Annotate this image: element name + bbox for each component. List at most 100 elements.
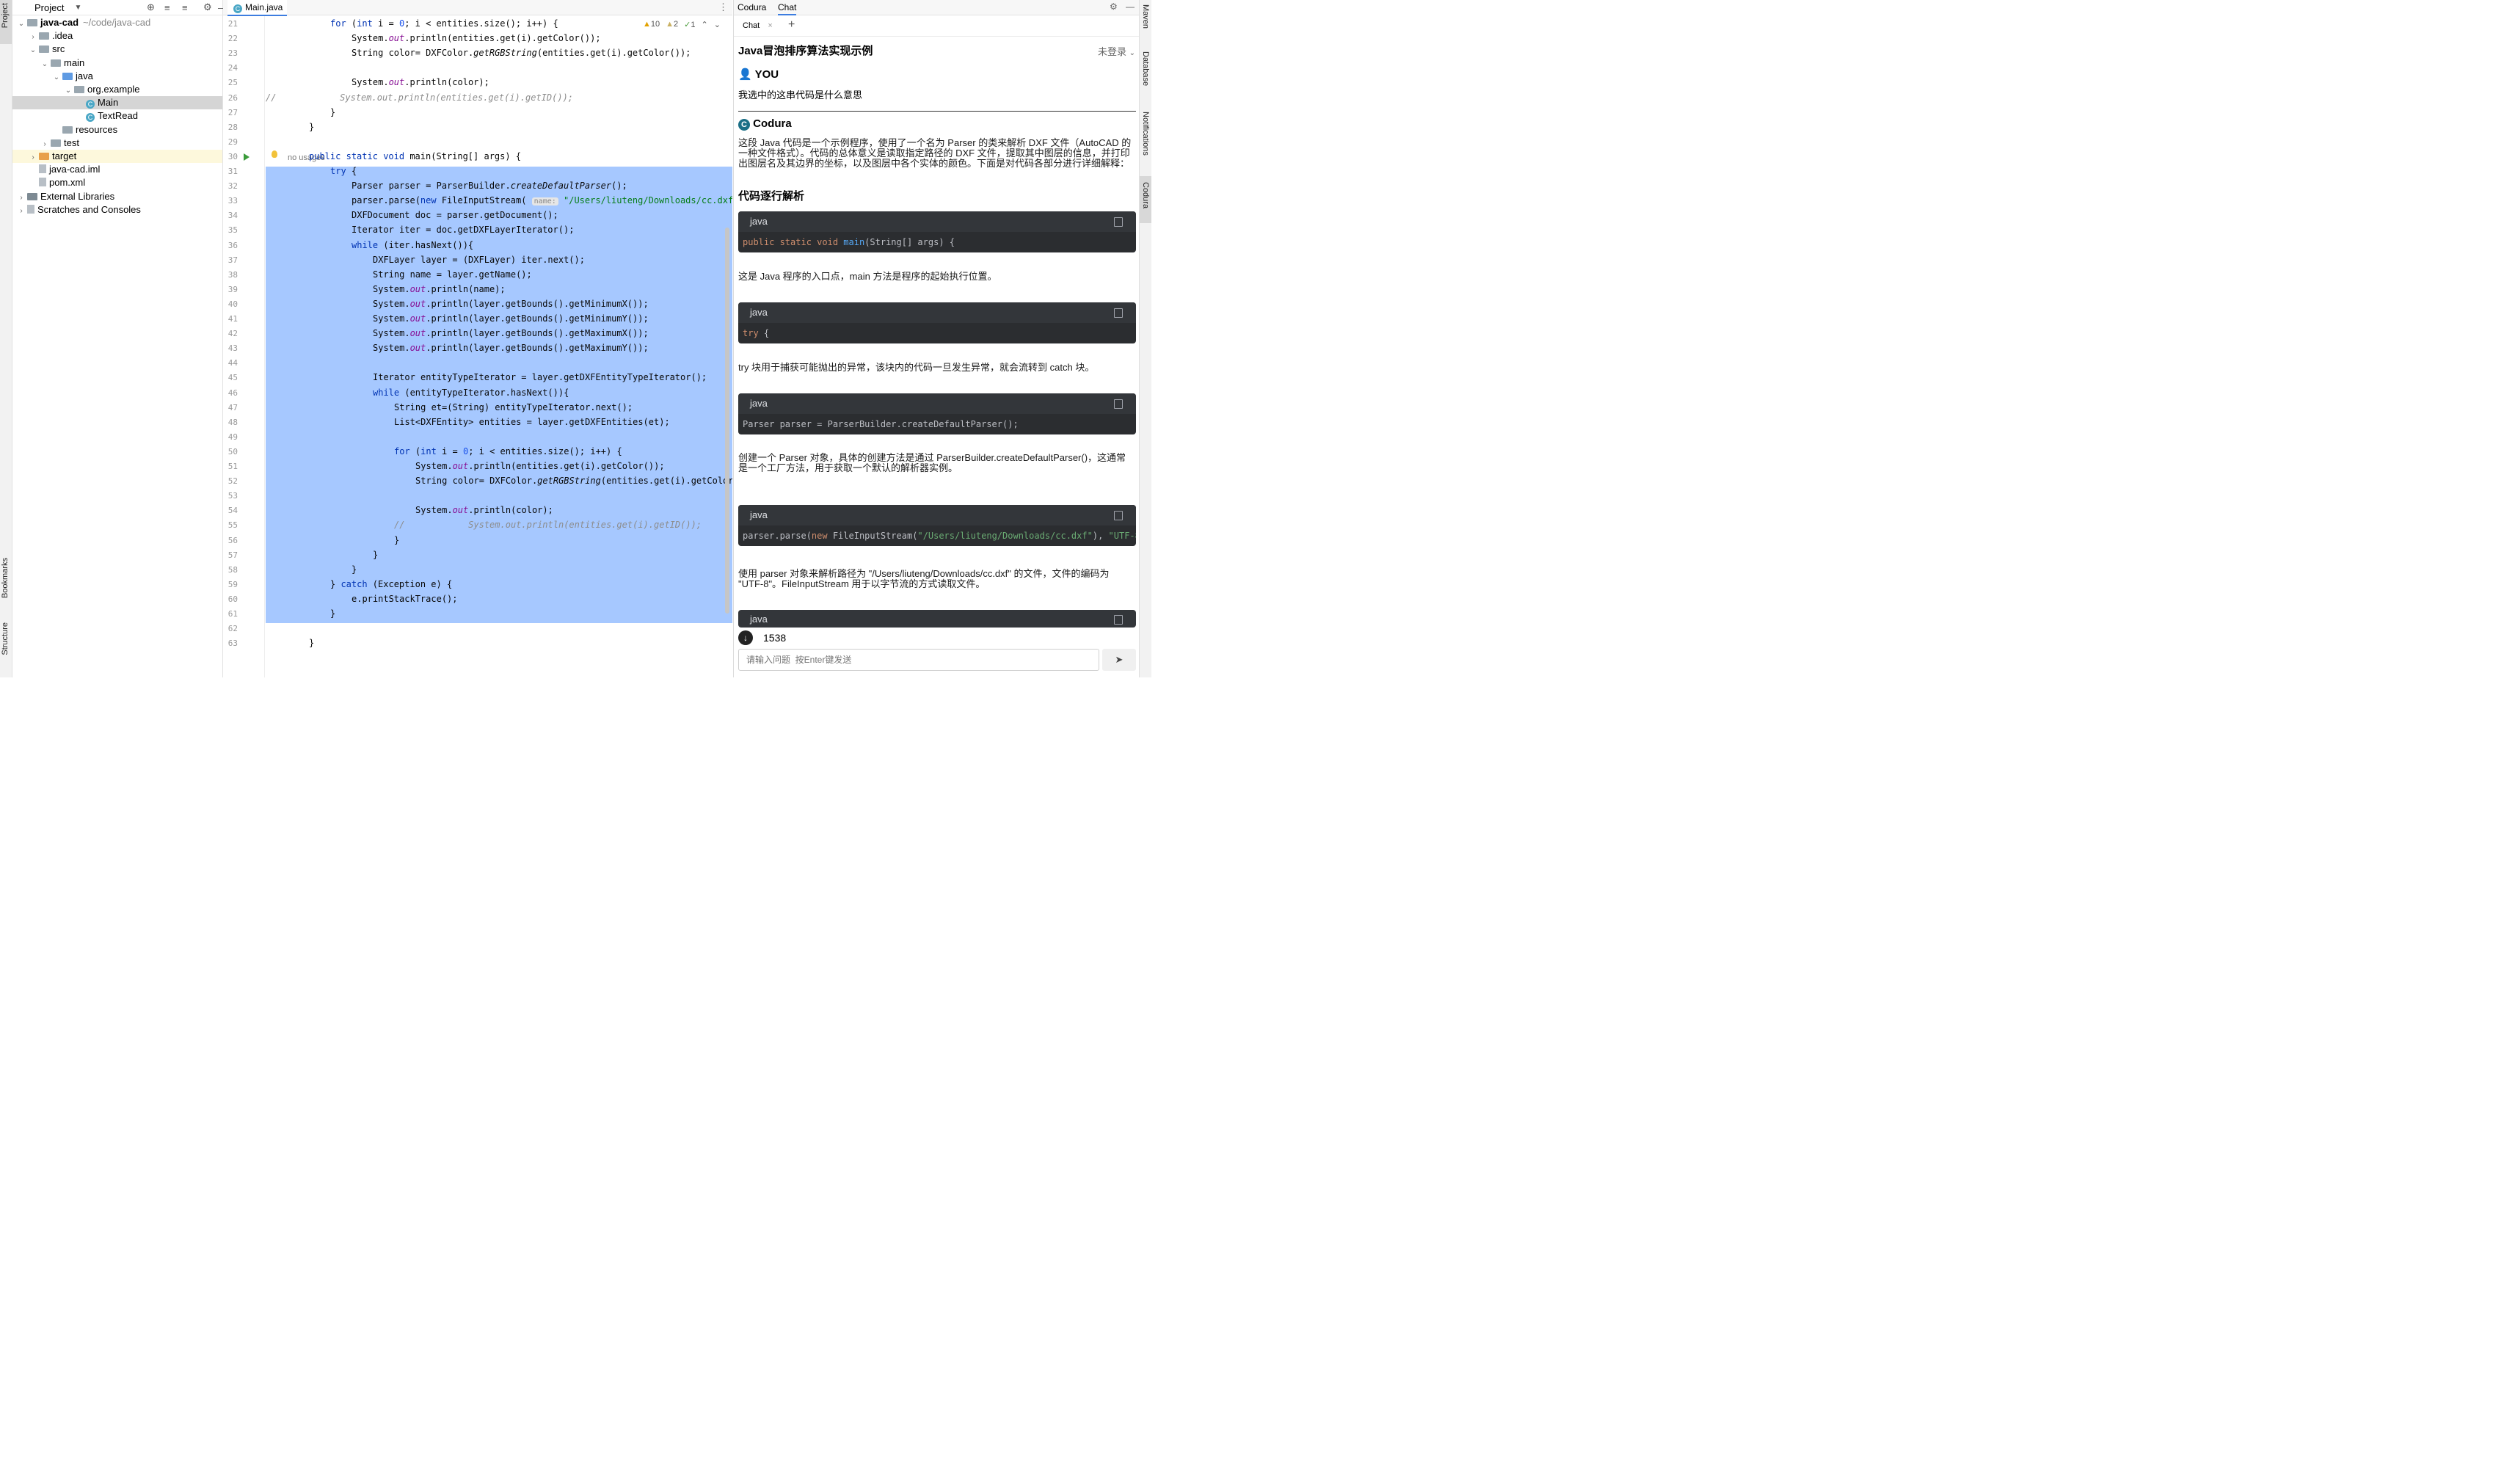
chevron-down-icon[interactable]: ▼: [74, 4, 81, 12]
copy-icon[interactable]: [1114, 399, 1123, 409]
chat-session-tab[interactable]: Chat ×: [743, 21, 773, 30]
tree-item[interactable]: › target: [12, 150, 222, 163]
login-status[interactable]: 未登录 ⌄: [1098, 44, 1135, 58]
tab-chat[interactable]: Chat: [778, 2, 797, 15]
copy-icon[interactable]: [1114, 308, 1123, 318]
code-line: }: [309, 121, 315, 132]
tree-item[interactable]: › test: [12, 137, 222, 150]
code-block-lang: java: [738, 302, 1136, 323]
gear-icon[interactable]: ⚙: [1110, 1, 1118, 12]
structure-tool-label[interactable]: Structure: [1, 622, 10, 655]
bot-intro: 这段 Java 代码是一个示例程序，使用了一个名为 Parser 的类来解析 D…: [738, 137, 1132, 169]
warning-icon: ▲: [643, 20, 651, 29]
more-icon[interactable]: ⋮: [718, 1, 728, 13]
editor: C Main.java ⋮ 21 22 23 24 25 26 27 28 29 30 31 32 33 3…: [223, 0, 732, 677]
copy-icon[interactable]: [1114, 511, 1123, 520]
code-line: try {: [330, 166, 357, 176]
code-line: String name = layer.getName();: [373, 269, 532, 280]
code-block-lang: java: [738, 610, 1136, 628]
maven-tool-label[interactable]: Maven: [1141, 4, 1150, 29]
expand-all-icon[interactable]: ≡: [164, 2, 170, 13]
class-icon: C: [86, 113, 95, 123]
tree-item-path: ~/code/java-cad: [83, 17, 151, 28]
tab-main-java[interactable]: C Main.java: [227, 0, 288, 16]
code-line: // System.out.println(entities.get(i).ge…: [394, 520, 702, 531]
copy-icon[interactable]: [1114, 217, 1123, 227]
scroll-down-icon[interactable]: ↓: [738, 630, 753, 645]
tree-item[interactable]: ⌄ org.example: [12, 83, 222, 96]
line-number: 62: [227, 624, 238, 634]
line-number: 47: [227, 402, 238, 412]
locate-icon[interactable]: ⊕: [147, 1, 155, 13]
project-panel: Project ▼ ⊕ ≡ ≡ ⚙ — ⌄java-cad~/code/java…: [12, 0, 227, 677]
user-avatar-icon: 👤: [738, 68, 752, 81]
chat-tool-tabs: Codura Chat ⚙ —: [734, 0, 1139, 15]
chevron-up-icon[interactable]: ⌃: [702, 20, 708, 29]
tree-item[interactable]: ⌄ java: [12, 70, 222, 83]
line-number: 22: [227, 34, 238, 44]
code-block-3: java Parser parser = ParserBuilder.creat…: [738, 393, 1136, 434]
line-number: 46: [227, 388, 238, 398]
line-number: 57: [227, 550, 238, 560]
chevron-down-icon[interactable]: ⌄: [714, 20, 721, 29]
inspection-widget[interactable]: ▲10 ▲2 ✓1 ⌃ ⌄: [643, 20, 721, 29]
code-line: DXFLayer layer = (DXFLayer) iter.next();: [373, 254, 585, 265]
tree-item-label: .idea: [52, 30, 73, 42]
bookmarks-tool-label[interactable]: Bookmarks: [1, 558, 10, 598]
tree-item[interactable]: ⌄ main: [12, 57, 222, 70]
weak-warning-count: ▲2: [666, 20, 679, 29]
close-icon[interactable]: ×: [768, 21, 772, 30]
tree-item[interactable]: resources: [12, 123, 222, 137]
code-block-code: try {: [743, 328, 770, 338]
tree-item[interactable]: C Main: [12, 96, 222, 110]
tree-item[interactable]: › Scratches and Consoles: [12, 203, 222, 217]
folder-icon: [27, 19, 37, 26]
line-number: 34: [227, 211, 238, 221]
line-number: 39: [227, 284, 238, 294]
tab-codura[interactable]: Codura: [738, 2, 766, 12]
minimize-icon[interactable]: —: [1126, 1, 1135, 12]
folder-icon: [62, 126, 73, 134]
check-icon: ✓: [684, 21, 691, 29]
code-area[interactable]: no usages for (int i = 0; i < entities.s…: [266, 16, 732, 677]
project-tool-tab[interactable]: Project: [0, 0, 12, 44]
editor-tab-bar: C Main.java ⋮: [223, 0, 732, 16]
project-title[interactable]: Project: [34, 2, 64, 13]
copy-icon[interactable]: [1114, 615, 1123, 625]
line-number: 37: [227, 255, 238, 265]
chat-input[interactable]: [745, 650, 1093, 669]
tree-item[interactable]: ⌄ java-cad ~/code/java-cad: [12, 16, 222, 29]
tree-item[interactable]: pom.xml: [12, 176, 222, 189]
tree-item-label: src: [52, 43, 65, 55]
code-line: System.out.println(name);: [373, 283, 506, 294]
gear-icon[interactable]: ⚙: [203, 1, 212, 13]
tree-item[interactable]: › External Libraries: [12, 190, 222, 203]
line-number: 42: [227, 329, 238, 339]
folder-icon: [51, 139, 61, 147]
tree-item-label: pom.xml: [49, 177, 86, 189]
send-button[interactable]: ➤: [1102, 649, 1136, 671]
tree-item[interactable]: java-cad.iml: [12, 163, 222, 176]
line-number: 27: [227, 107, 238, 117]
tree-item-label: test: [64, 137, 79, 148]
tree-item[interactable]: › .idea: [12, 29, 222, 43]
code-line: List<DXFEntity> entities = layer.getDXFE…: [394, 416, 670, 427]
user-message: 我选中的这串代码是什么意思: [738, 90, 863, 101]
line-gutter: 21 22 23 24 25 26 27 28 29 30 31 32 33 34 35 36 37 38 39 40…: [223, 16, 265, 677]
notifications-tool-label[interactable]: Notifications: [1141, 112, 1150, 156]
run-icon[interactable]: [244, 153, 250, 161]
line-number: 51: [227, 462, 238, 471]
tree-item[interactable]: ⌄ src: [12, 43, 222, 56]
line-number: 35: [227, 225, 238, 236]
codura-tool-tab[interactable]: Codura: [1140, 176, 1151, 223]
tree-item[interactable]: C TextRead: [12, 109, 222, 123]
folder-icon: [62, 72, 73, 80]
collapse-all-icon[interactable]: ≡: [182, 2, 188, 13]
chevron-right-icon[interactable]: ›: [17, 205, 26, 218]
add-chat-button[interactable]: +: [788, 18, 795, 32]
code-block-1-desc: 这是 Java 程序的入口点，main 方法是程序的起始执行位置。: [738, 271, 997, 282]
editor-scrollbar[interactable]: [725, 228, 729, 614]
database-tool-label[interactable]: Database: [1141, 51, 1150, 86]
lightbulb-icon[interactable]: [272, 150, 277, 158]
warning-count: ▲10: [643, 20, 660, 29]
